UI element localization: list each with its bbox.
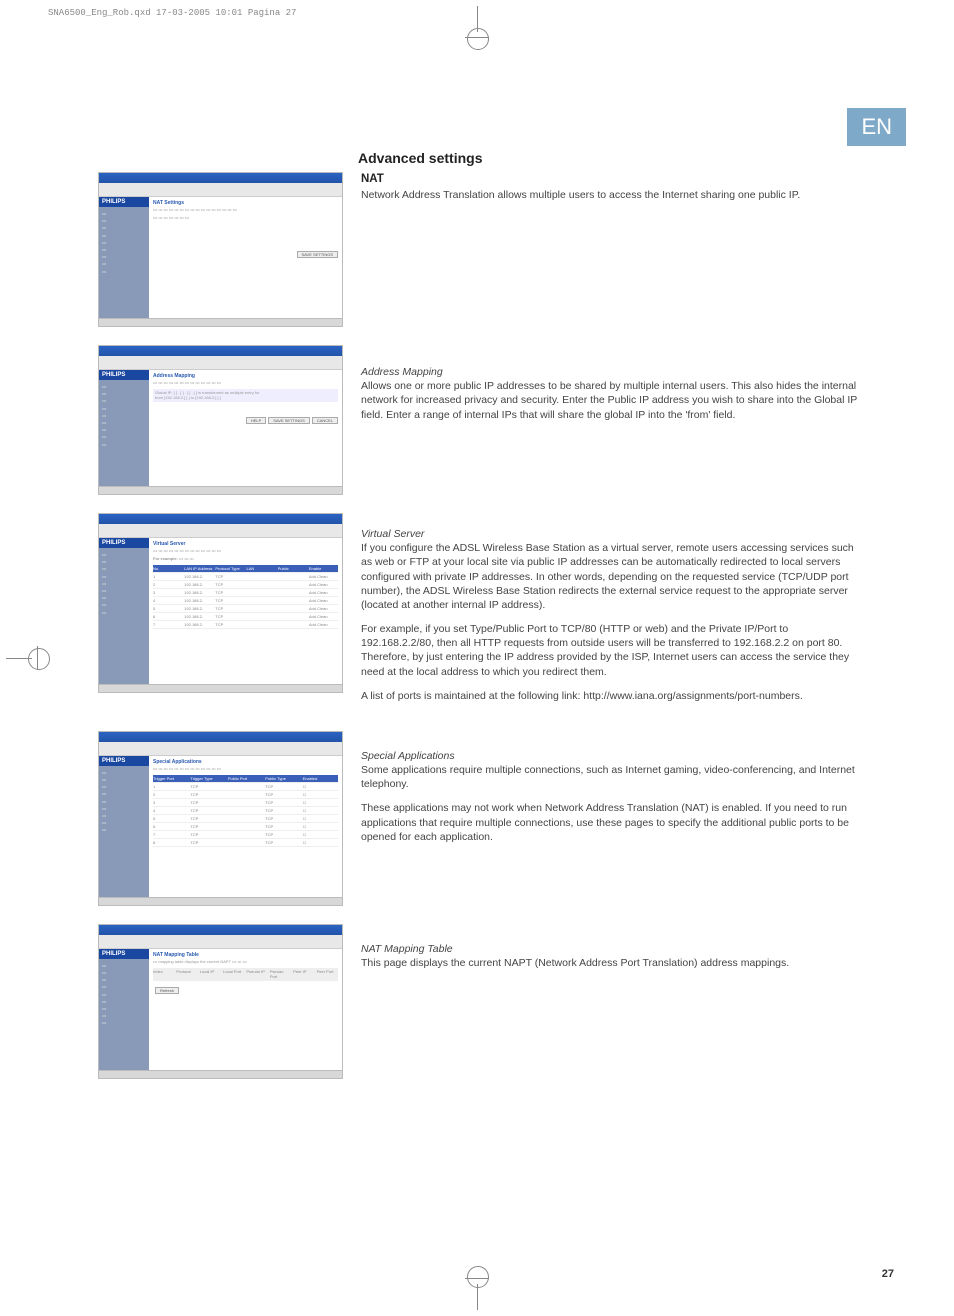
screenshot-nat-mapping: PHILIPS ••••••••• ••••••••• ••••••••• NA… (98, 924, 343, 1079)
page-content: Advanced settings PHILIPS ••••••••• ••••… (98, 150, 858, 1097)
ss-brand: PHILIPS (99, 756, 149, 766)
section-nat: PHILIPS ••••••••• ••••••••• ••••••••• NA… (98, 172, 858, 327)
sa-p1: Some applications require multiple conne… (361, 764, 855, 790)
ss-panel-title: Special Applications (153, 759, 338, 765)
section-special-apps: PHILIPS ••••••••• ••••••••• ••••••••• Sp… (98, 731, 858, 906)
ss-refresh-btn[interactable]: Refresh (155, 987, 179, 994)
am-heading: Address Mapping (361, 366, 443, 378)
crop-mark-top (477, 6, 478, 32)
crop-mark-bottom (477, 1284, 478, 1310)
sa-p2: These applications may not work when Net… (361, 801, 858, 844)
ss-help-btn[interactable]: HELP (246, 417, 266, 424)
screenshot-virtual-server: PHILIPS ••••••••• ••••••••• ••••••••• Vi… (98, 513, 343, 693)
vs-heading: Virtual Server (361, 528, 424, 540)
ss-panel-title: Virtual Server (153, 541, 338, 547)
ss-brand: PHILIPS (99, 949, 149, 959)
ss-panel-title: NAT Settings (153, 200, 338, 206)
section-nat-mapping: PHILIPS ••••••••• ••••••••• ••••••••• NA… (98, 924, 858, 1079)
print-header: SNA6500_Eng_Rob.qxd 17-03-2005 10:01 Pag… (48, 8, 296, 18)
nm-body: This page displays the current NAPT (Net… (361, 957, 789, 969)
vs-p1: If you configure the ADSL Wireless Base … (361, 542, 854, 611)
ss-cancel-btn[interactable]: CANCEL (312, 417, 338, 424)
ss-panel-title: NAT Mapping Table (153, 952, 338, 958)
ss-save-btn[interactable]: SAVE SETTINGS (268, 417, 310, 424)
ss-panel-title: Address Mapping (153, 373, 338, 379)
screenshot-address-mapping: PHILIPS ••••••••• ••••••••• ••••••••• Ad… (98, 345, 343, 495)
nm-heading: NAT Mapping Table (361, 943, 453, 955)
ss-save-btn[interactable]: SAVE SETTINGS (297, 251, 339, 258)
vs-p3: A list of ports is maintained at the fol… (361, 689, 858, 703)
ss-brand: PHILIPS (99, 197, 149, 207)
ss-brand: PHILIPS (99, 538, 149, 548)
vs-p2: For example, if you set Type/Public Port… (361, 622, 858, 679)
ss-brand: PHILIPS (99, 370, 149, 380)
nat-body: Network Address Translation allows multi… (361, 189, 800, 201)
am-body: Allows one or more public IP addresses t… (361, 380, 857, 420)
screenshot-special-apps: PHILIPS ••••••••• ••••••••• ••••••••• Sp… (98, 731, 343, 906)
section-virtual-server: PHILIPS ••••••••• ••••••••• ••••••••• Vi… (98, 513, 858, 713)
main-title: Advanced settings (358, 150, 858, 166)
sa-heading: Special Applications (361, 750, 455, 762)
page-number: 27 (882, 1268, 894, 1280)
crop-mark-left (6, 658, 32, 659)
screenshot-nat: PHILIPS ••••••••• ••••••••• ••••••••• NA… (98, 172, 343, 327)
nat-heading: NAT (361, 173, 384, 185)
language-badge: EN (847, 108, 906, 146)
section-address-mapping: PHILIPS ••••••••• ••••••••• ••••••••• Ad… (98, 345, 858, 495)
